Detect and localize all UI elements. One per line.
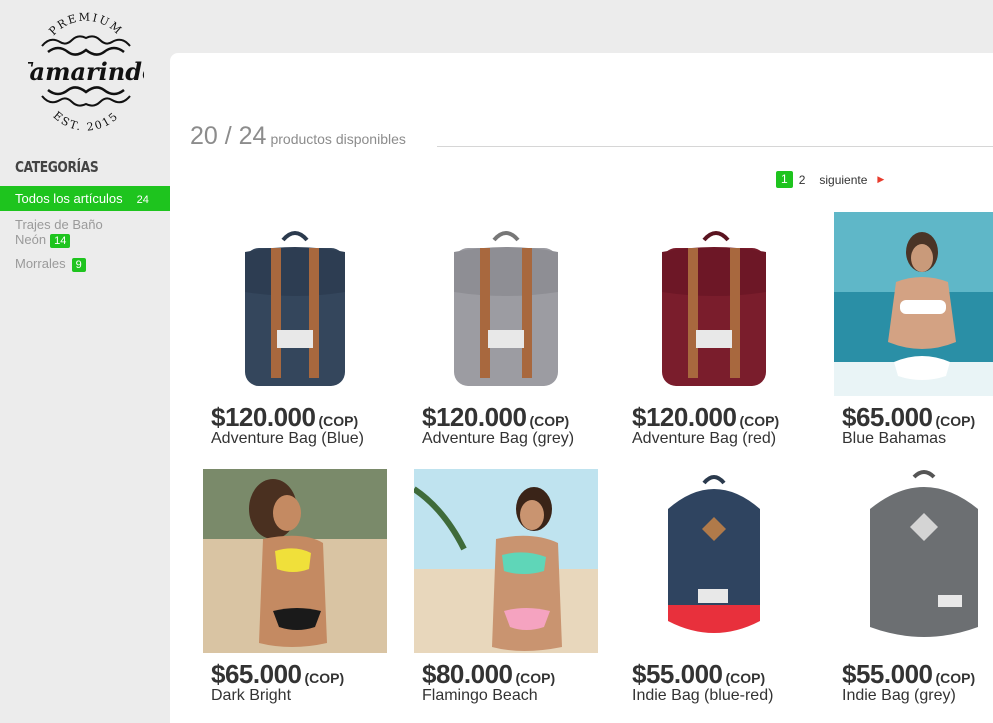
product-name[interactable]: Adventure Bag (Blue) [211,430,364,448]
product-image[interactable] [834,212,993,396]
product-listing-panel: 20 / 24 productos disponibles 1 2 siguien… [170,53,993,723]
category-neon-swimwear[interactable]: Trajes de Baño Neón 14 [0,217,170,248]
category-label: Todos los artículos [15,191,123,206]
svg-text:PREMIUM: PREMIUM [46,11,125,38]
pagination: 1 2 siguiente ▶ [776,171,884,188]
category-all-items[interactable]: Todos los artículos 24 [0,186,170,211]
category-label: Trajes de Baño [15,217,103,232]
product-image[interactable] [624,212,808,396]
swimsuit-photo-icon [414,469,598,653]
next-arrow-icon[interactable]: ▶ [877,174,884,185]
svg-text:EST. 2015: EST. 2015 [51,109,122,134]
backpack-heather-grey-icon [834,469,993,653]
product-name[interactable]: Adventure Bag (grey) [422,430,574,448]
category-count-badge: 14 [50,233,71,248]
product-price: $65.000 (COP) [211,659,345,689]
products-available-label: productos disponibles [270,131,406,147]
categories-title: CATEGORÍAS [15,158,99,176]
backpack-grey-icon [414,212,598,396]
products-available-count: 20 / 24 productos disponibles [190,122,406,151]
product-name[interactable]: Flamingo Beach [422,687,538,705]
product-price: $80.000 (COP) [422,659,556,689]
product-price: $120.000 (COP) [211,402,359,432]
page-2-link[interactable]: 2 [799,173,806,187]
product-image[interactable] [414,212,598,396]
product-price: $55.000 (COP) [632,659,766,689]
product-name[interactable]: Indie Bag (blue-red) [632,687,773,705]
product-image[interactable] [624,469,808,653]
logo-bottom-text: EST. 2015 [51,109,120,134]
products-shown-number: 20 / 24 [190,122,267,150]
product-price: $55.000 (COP) [842,659,976,689]
logo-top-text: PREMIUM [46,11,123,38]
category-backpacks[interactable]: Morrales 9 [0,256,170,272]
category-label: Morrales [15,256,66,271]
brand-logo[interactable]: PREMIUM Tamarindo EST. 2015 [14,10,158,134]
product-name[interactable]: Indie Bag (grey) [842,687,956,705]
backpack-burgundy-icon [624,212,808,396]
tamarindo-logo-icon: PREMIUM Tamarindo EST. 2015 [14,11,158,134]
category-count-badge: 24 [136,193,149,206]
page-1-current[interactable]: 1 [776,171,793,188]
logo-name-text: Tamarindo [28,57,144,86]
product-name[interactable]: Dark Bright [211,687,291,705]
product-image[interactable] [834,469,993,653]
product-price: $120.000 (COP) [632,402,780,432]
product-price: $65.000 (COP) [842,402,976,432]
backpack-navy-icon [203,212,387,396]
product-name[interactable]: Adventure Bag (red) [632,430,776,448]
header-divider [437,146,993,147]
sidebar: PREMIUM Tamarindo EST. 2015 CATEGORÍAS T… [0,0,170,723]
category-count-badge: 9 [71,257,86,272]
product-name[interactable]: Blue Bahamas [842,430,946,448]
product-image[interactable] [203,212,387,396]
next-page-link[interactable]: siguiente [819,173,867,187]
swimsuit-photo-icon [203,469,387,653]
product-price: $120.000 (COP) [422,402,570,432]
product-image[interactable] [414,469,598,653]
swimsuit-photo-icon [834,212,993,396]
backpack-blue-red-icon [624,469,808,653]
category-label-continued: Neón [15,232,47,247]
product-image[interactable] [203,469,387,653]
